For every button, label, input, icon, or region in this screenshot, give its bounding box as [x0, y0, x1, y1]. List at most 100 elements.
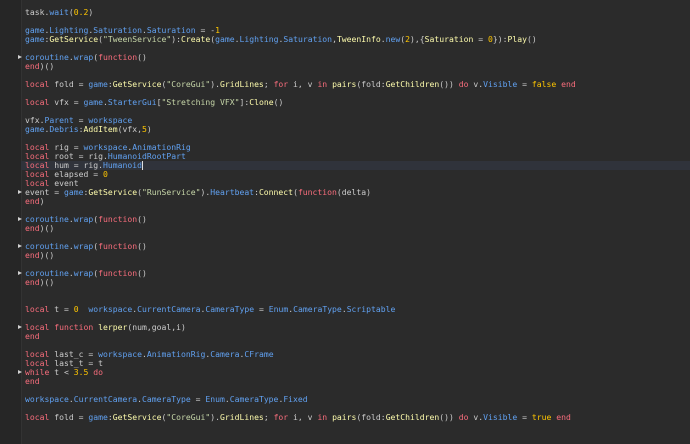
fold-arrow-icon[interactable]	[18, 325, 22, 329]
code-token: "CoreGui"	[166, 412, 211, 422]
code-token: ())	[439, 412, 459, 422]
code-token: pairs	[332, 79, 357, 89]
code-line[interactable]: coroutine.wrap(function()	[25, 53, 690, 62]
code-token: local	[25, 79, 50, 89]
fold-arrow-icon[interactable]	[18, 370, 22, 374]
code-token: function	[98, 241, 138, 251]
code-token: wrap	[73, 52, 94, 62]
code-token: task	[25, 7, 45, 17]
code-token: GridLines	[219, 79, 264, 89]
fold-arrow-icon[interactable]	[18, 190, 22, 194]
code-token: Connect	[258, 187, 294, 197]
code-token: GetService	[49, 34, 99, 44]
code-token: =	[473, 34, 489, 44]
code-line[interactable]: local vfx = game.StarterGui["Stretching …	[25, 98, 690, 107]
fold-arrow-icon[interactable]	[18, 244, 22, 248]
code-token: local	[25, 412, 50, 422]
code-token: StarterGui	[107, 97, 157, 107]
code-token: ),{	[410, 34, 425, 44]
code-token: Lighting	[239, 34, 279, 44]
fold-arrow-icon[interactable]	[18, 55, 22, 59]
code-token: Fixed	[283, 394, 308, 404]
code-token: for	[273, 79, 289, 89]
code-token: local	[25, 304, 50, 314]
code-line[interactable]	[25, 287, 690, 296]
code-line[interactable]: end	[25, 377, 690, 386]
code-token: Visible	[483, 412, 518, 422]
code-token: game	[25, 124, 45, 134]
code-line[interactable]: end)()	[25, 62, 690, 71]
code-token: game	[88, 79, 108, 89]
code-token: end	[25, 196, 40, 206]
code-token: end	[25, 250, 40, 260]
code-token: new	[385, 34, 401, 44]
code-token: game	[83, 97, 104, 107]
code-token: )	[88, 7, 94, 17]
code-line[interactable]: local function lerper(num,goal,i)	[25, 323, 690, 332]
code-token: workspace	[25, 394, 69, 404]
code-token: ;	[263, 412, 274, 422]
code-token: AddItem	[83, 124, 118, 134]
code-token: workspace	[98, 349, 142, 359]
code-token: GetService	[112, 412, 162, 422]
code-token: Scriptable	[346, 304, 396, 314]
code-token: Create	[180, 34, 211, 44]
code-token: game	[215, 34, 235, 44]
code-token: )()	[39, 223, 55, 233]
code-line[interactable]: local hum = rig.Humanoid	[21, 161, 690, 170]
code-token: game	[25, 34, 45, 44]
code-line[interactable]: workspace.CurrentCamera.CameraType = Enu…	[25, 395, 690, 404]
code-line[interactable]: coroutine.wrap(function()	[25, 215, 690, 224]
code-token: Debris	[49, 124, 79, 134]
code-line[interactable]: game.Debris:AddItem(vfx,5)	[25, 125, 690, 134]
code-token: v.	[468, 79, 484, 89]
code-line[interactable]: game:GetService("TweenService"):Create(g…	[25, 35, 690, 44]
code-token: Saturation	[424, 34, 474, 44]
code-line[interactable]: end	[25, 332, 690, 341]
code-token: wrap	[73, 241, 94, 251]
code-line[interactable]: local last_c = workspace.AnimationRig.Ca…	[25, 350, 690, 359]
code-token: 3.5	[73, 367, 89, 377]
code-line[interactable]: end)	[25, 197, 690, 206]
fold-arrow-icon[interactable]	[18, 271, 22, 275]
code-token: ()	[527, 34, 537, 44]
code-token: ]:	[239, 97, 250, 107]
code-token: AnimationRig	[146, 349, 206, 359]
code-token: pairs	[332, 412, 357, 422]
code-token: function	[98, 52, 138, 62]
code-token: v.	[468, 412, 484, 422]
code-token: GetService	[88, 187, 138, 197]
code-line[interactable]: local t = 0 workspace.CurrentCamera.Came…	[25, 305, 690, 314]
code-token: function	[98, 268, 138, 278]
code-token: ()	[137, 241, 147, 251]
code-line[interactable]: coroutine.wrap(function()	[25, 242, 690, 251]
code-line[interactable]: end)()	[25, 224, 690, 233]
code-line[interactable]: local elapsed = 0	[25, 170, 690, 179]
code-token: ()	[273, 97, 284, 107]
code-line[interactable]: local fold = game:GetService("CoreGui").…	[25, 80, 690, 89]
line-number-gutter	[0, 0, 22, 444]
code-line[interactable]: event = game:GetService("RunService").He…	[25, 188, 690, 197]
code-token: (fold:	[356, 79, 386, 89]
code-line[interactable]: while t < 3.5 do	[25, 368, 690, 377]
code-token: CameraType	[205, 304, 255, 314]
code-line[interactable]: task.wait(0.2)	[25, 8, 690, 17]
code-line[interactable]: local last_t = t	[25, 359, 690, 368]
code-editor[interactable]: task.wait(0.2) game.Lighting.Saturation.S…	[21, 8, 690, 422]
code-token: end	[556, 412, 571, 422]
code-token: Heartbeat	[210, 187, 255, 197]
code-line[interactable]: local fold = game:GetService("CoreGui").…	[25, 413, 690, 422]
code-token: GetService	[112, 79, 162, 89]
code-token: CFrame	[244, 349, 274, 359]
code-token: TweenInfo	[336, 34, 381, 44]
code-token: CameraType	[293, 304, 342, 314]
code-line[interactable]: coroutine.wrap(function()	[25, 269, 690, 278]
code-token: GridLines	[219, 412, 264, 422]
fold-arrow-icon[interactable]	[18, 217, 22, 221]
code-token: wait	[49, 7, 69, 17]
code-line[interactable]: end)()	[25, 251, 690, 260]
code-token: game	[88, 412, 108, 422]
code-token: false	[531, 79, 557, 89]
code-token: CameraType	[229, 394, 279, 404]
code-line[interactable]: end)()	[25, 278, 690, 287]
